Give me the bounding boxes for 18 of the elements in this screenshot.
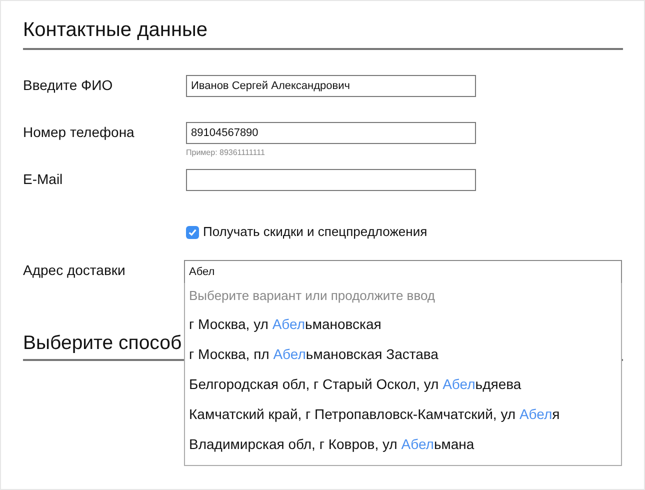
input-field[interactable]: 89104567890 [186,122,476,144]
input-field[interactable] [186,169,476,191]
suggestion-item[interactable]: Владимирская обл, г Ковров, ул Абельмана [185,429,478,459]
suggestion-item[interactable]: Камчатский край, г Петропавловск-Камчатский, ул Абеля [185,399,564,429]
dropdown-hint: Выберите вариант или продолжите ввод [188,287,436,305]
checkbox[interactable] [186,226,199,238]
section-heading: Выберите способ [23,331,182,356]
field-hint: Пример: 89361111111 [186,148,265,158]
suggestion-item[interactable]: Белгородская обл, г Старый Оскол, ул Абельдяева [185,369,526,399]
field-label: Адрес доставки [23,261,126,280]
suggestion-item[interactable]: г Москва, пл Абельмановская Застава [185,339,442,369]
section-heading: Контактные данные [23,18,208,43]
checkbox-label: Получать скидки и спецпредложения [203,224,428,240]
field-label: Номер телефона [23,123,136,142]
input-field[interactable]: Иванов Сергей Александрович [186,75,476,97]
field-label: E-Mail [23,170,64,189]
suggestion-item[interactable]: г Москва, ул Абельмановская [185,309,386,339]
field-label: Введите ФИО [23,76,114,95]
